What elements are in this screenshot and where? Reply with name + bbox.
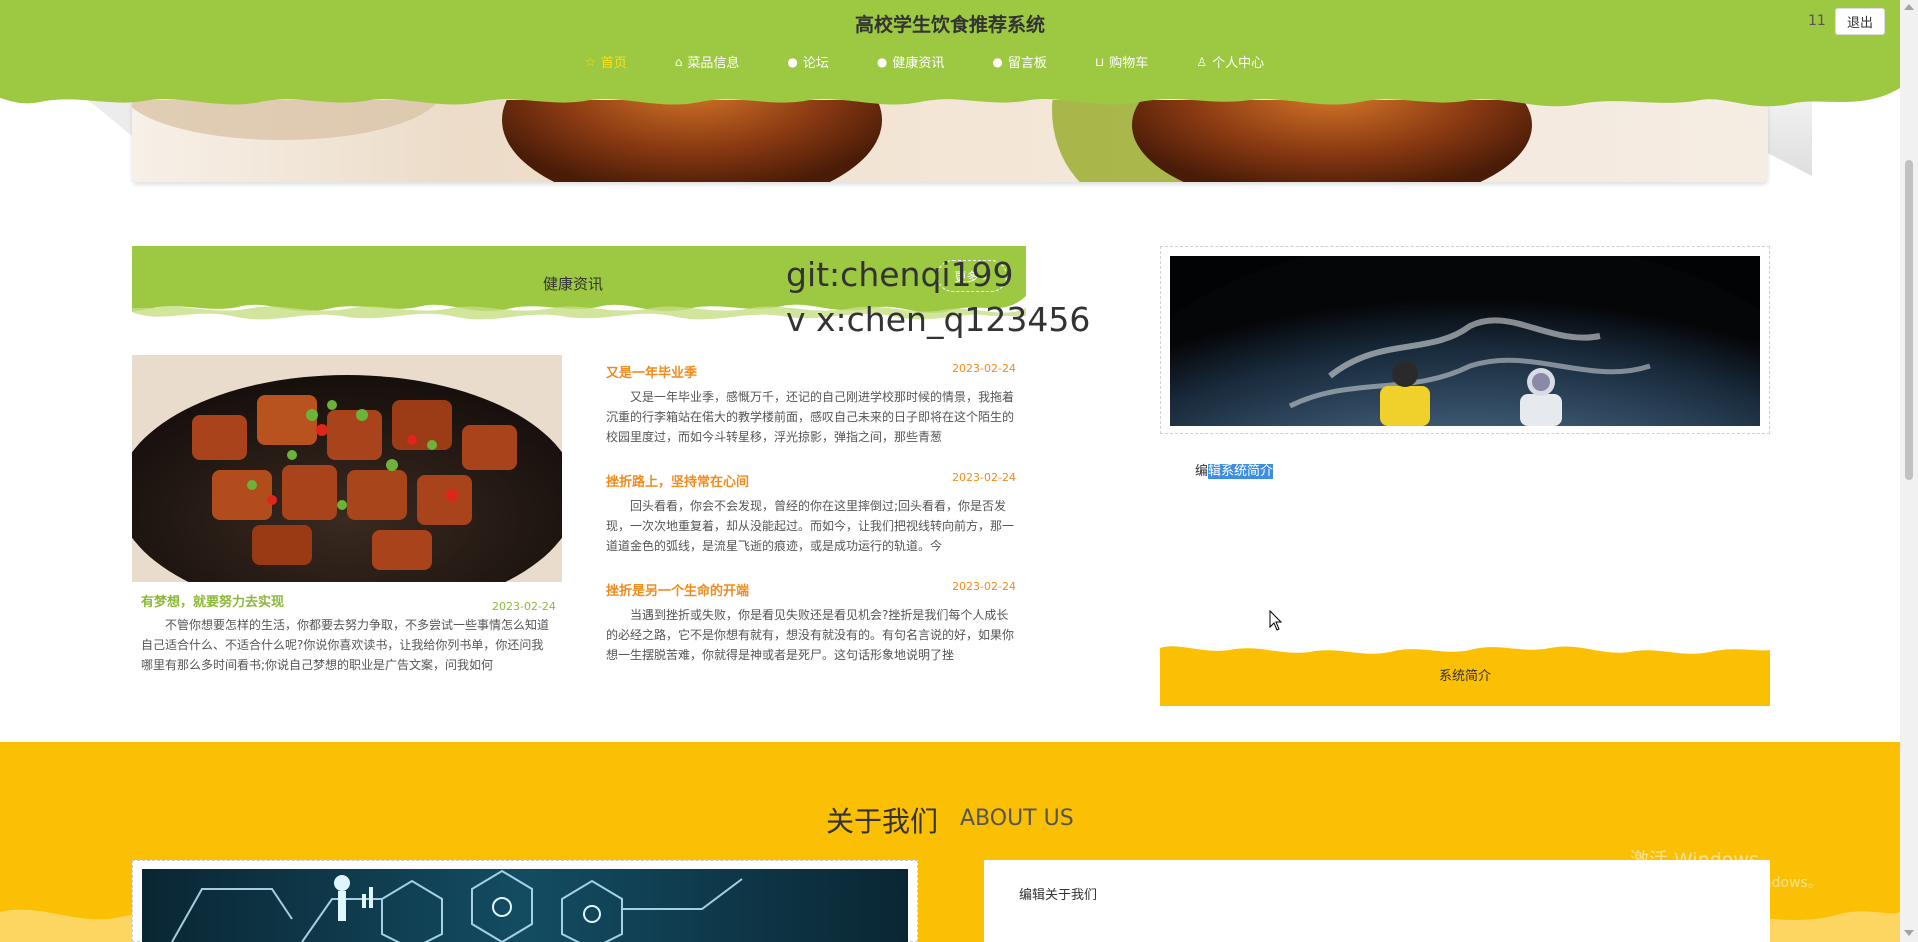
mouse-cursor-icon bbox=[1269, 610, 1283, 631]
nav-item-cart[interactable]: ⊔ 购物车 bbox=[1094, 52, 1149, 72]
banner-food-photo bbox=[132, 100, 1768, 182]
nav-item-home[interactable]: ☆ 首页 bbox=[585, 52, 627, 72]
nav-label: 菜品信息 bbox=[687, 56, 740, 71]
about-text: 编辑关于我们 bbox=[1019, 888, 1098, 903]
news-item-title[interactable]: 挫折是另一个生命的开端 bbox=[606, 580, 749, 599]
featured-news-image[interactable] bbox=[132, 355, 562, 582]
scrollbar-thumb[interactable] bbox=[1905, 160, 1913, 480]
info-icon: ● bbox=[876, 54, 888, 69]
news-item-summary: 当遇到挫折或失败，你是看见失败还是看见机会?挫折是我们每个人成长的必经之路，它不… bbox=[606, 608, 1015, 662]
bag-icon: ⌂ bbox=[674, 54, 683, 69]
news-list-item[interactable]: 挫折路上，坚持常在心间 2023-02-24 回头看看，你会不会发现，曾经的你在… bbox=[606, 471, 1016, 561]
intro-text-selected: 辑系统简介 bbox=[1208, 464, 1274, 479]
nav-label: 健康资讯 bbox=[892, 56, 945, 71]
tech-network-image bbox=[142, 869, 908, 942]
about-image bbox=[142, 869, 908, 942]
earth-anime-image bbox=[1170, 256, 1760, 426]
news-item-title[interactable]: 挫折路上，坚持常在心间 bbox=[606, 471, 749, 490]
info-icon: ● bbox=[992, 54, 1003, 69]
nav-label: 论坛 bbox=[802, 56, 829, 71]
news-list-item[interactable]: 挫折是另一个生命的开端 2023-02-24 当遇到挫折或失败，你是看见失败还是… bbox=[606, 580, 1016, 670]
news-item-date: 2023-02-24 bbox=[952, 362, 1016, 375]
info-icon: ● bbox=[787, 54, 798, 69]
windows-activation-title: 激活 Windows bbox=[1630, 849, 1759, 871]
banner-carousel-image[interactable] bbox=[132, 100, 1768, 182]
system-intro-image bbox=[1170, 256, 1760, 426]
nav-item-profile[interactable]: ♙ 个人中心 bbox=[1196, 52, 1265, 72]
nav-item-message-board[interactable]: ● 留言板 bbox=[992, 52, 1047, 72]
news-item-title[interactable]: 又是一年毕业季 bbox=[606, 362, 697, 381]
nav-item-health-news[interactable]: ● 健康资讯 bbox=[876, 52, 945, 72]
main-nav: ☆ 首页 ⌂ 菜品信息 ● 论坛 ● 健康资讯 ● 留言板 ⊔ 购物车 ♙ 个人中心 bbox=[585, 52, 1312, 72]
about-title-en: ABOUT US bbox=[960, 806, 1074, 831]
news-item-date: 2023-02-24 bbox=[952, 580, 1016, 593]
user-icon: ♙ bbox=[1196, 54, 1208, 69]
nav-item-dishes[interactable]: ⌂ 菜品信息 bbox=[674, 52, 740, 72]
news-item-summary: 又是一年毕业季，感慨万千，还记的自己刚进学校那时候的情景，我拖着沉重的行李箱站在… bbox=[606, 390, 1015, 444]
watermark-vx: v x:chen_q123456 bbox=[786, 300, 1091, 339]
nav-label: 首页 bbox=[600, 56, 627, 71]
nav-label: 个人中心 bbox=[1212, 56, 1265, 71]
windows-activation-subtitle: 转到"设置"以激活 Windows。 bbox=[1630, 875, 1822, 891]
news-item-summary: 回头看看，你会不会发现，曾经的你在这里摔倒过;回头看看，你是否发现，一次次地重复… bbox=[606, 499, 1015, 553]
about-title: 关于我们 bbox=[826, 805, 939, 838]
featured-news-title[interactable]: 有梦想，就要努力去实现 bbox=[141, 591, 284, 610]
scroll-down-arrow-icon[interactable] bbox=[1904, 930, 1914, 936]
system-intro-text: 编辑系统简介 bbox=[1195, 460, 1274, 479]
news-section-title: 健康资讯 bbox=[543, 275, 604, 293]
cart-icon: ⊔ bbox=[1094, 54, 1105, 69]
featured-news-date: 2023-02-24 bbox=[492, 600, 556, 613]
system-intro-label: 系统简介 bbox=[1438, 669, 1491, 684]
featured-news-summary: 不管你想要怎样的生活，你都要去努力争取，不多尝试一些事情怎么知道自己适合什么、不… bbox=[141, 618, 550, 672]
braised-pork-photo bbox=[132, 355, 562, 582]
site-title: 高校学生饮食推荐系统 bbox=[854, 14, 1045, 36]
nav-label: 留言板 bbox=[1007, 56, 1047, 71]
logout-button[interactable]: 退出 bbox=[1835, 8, 1885, 35]
current-username: 11 bbox=[1808, 13, 1826, 29]
watermark-git: git:chenqi199 bbox=[786, 255, 1014, 294]
nav-label: 购物车 bbox=[1109, 56, 1149, 71]
intro-text-prefix: 编 bbox=[1195, 464, 1209, 479]
nav-item-forum[interactable]: ● 论坛 bbox=[787, 52, 829, 72]
scroll-up-arrow-icon[interactable] bbox=[1904, 4, 1914, 10]
news-list-item[interactable]: 又是一年毕业季 2023-02-24 又是一年毕业季，感慨万千，还记的自己刚进学… bbox=[606, 362, 1016, 452]
star-icon: ☆ bbox=[585, 54, 596, 69]
news-item-date: 2023-02-24 bbox=[952, 471, 1016, 484]
